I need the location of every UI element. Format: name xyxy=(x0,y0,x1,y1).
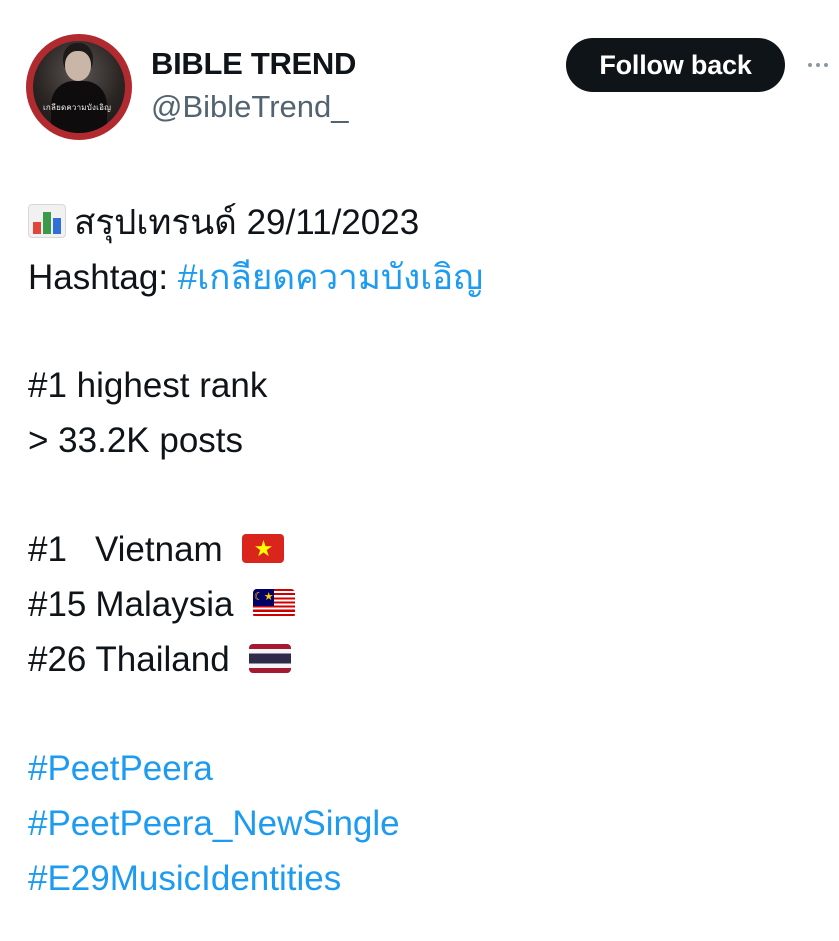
hashtag-link[interactable]: #PeetPeera_NewSingle xyxy=(28,797,400,851)
malaysia-flag-icon: ☾★ xyxy=(253,589,296,618)
more-horizontal-icon[interactable] xyxy=(808,55,839,75)
summary-line: สรุปเทรนด์ 29/11/2023 xyxy=(28,196,419,250)
ranking-row: #26 Thailand xyxy=(28,633,292,687)
hashtag-line: Hashtag: #เกลียดความบังเอิญ xyxy=(28,251,483,305)
ranking-rank: #1 xyxy=(28,530,67,569)
bar-chart-icon xyxy=(28,204,66,238)
ranking-country: Thailand xyxy=(95,640,230,679)
display-name[interactable]: BIBLE TREND xyxy=(151,46,356,82)
posts-count-text: > 33.2K posts xyxy=(28,421,244,460)
follow-back-button[interactable]: Follow back xyxy=(566,38,785,92)
ranking-rank: #26 xyxy=(28,640,87,679)
hashtag-label: Hashtag: xyxy=(28,258,178,297)
dot xyxy=(808,63,812,67)
ranking-row: #15 Malaysia ☾★ xyxy=(28,578,296,632)
avatar-figure-head xyxy=(65,51,91,81)
ranking-country: Vietnam xyxy=(94,530,223,569)
ranking-rank: #15 xyxy=(28,585,87,624)
avatar-caption: เกลียดความบังเอิญ xyxy=(43,103,112,112)
vietnam-flag-icon: ★ xyxy=(242,534,285,563)
highest-rank-text: #1 highest rank xyxy=(28,366,268,405)
thailand-flag-icon xyxy=(249,644,292,673)
dot xyxy=(824,63,828,67)
ranking-row: #1 Vietnam ★ xyxy=(28,523,285,577)
avatar-image: เกลียดความบังเอิญ xyxy=(33,41,125,133)
ranking-country: Malaysia xyxy=(95,585,234,624)
hashtag-link[interactable]: #PeetPeera xyxy=(28,742,213,796)
dot xyxy=(816,63,820,67)
hashtag-link-main[interactable]: #เกลียดความบังเอิญ xyxy=(178,258,483,297)
summary-text: สรุปเทรนด์ 29/11/2023 xyxy=(74,203,420,242)
user-handle[interactable]: @BibleTrend_ xyxy=(151,89,348,125)
avatar[interactable]: เกลียดความบังเอิญ xyxy=(26,34,132,140)
hashtag-link[interactable]: #E29MusicIdentities xyxy=(28,852,341,906)
